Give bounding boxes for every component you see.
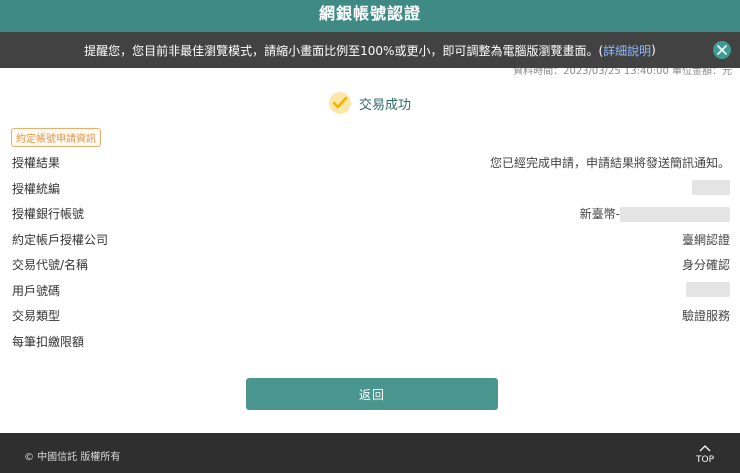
meta-info-strip: 資料時間：2023/03/25 13:40:00 單位金額：元 xyxy=(0,68,740,78)
page-footer: © 中國信託 版權所有 TOP xyxy=(0,433,740,473)
detail-label: 用戶號碼 xyxy=(12,283,61,298)
detail-row: 交易代號/名稱 身分確認 xyxy=(0,252,740,278)
detail-value: 新臺幣- xyxy=(580,205,730,222)
redacted-account xyxy=(620,207,730,222)
notice-details-link[interactable]: 詳細說明 xyxy=(603,42,651,59)
close-icon[interactable] xyxy=(713,41,731,59)
top-label: TOP xyxy=(695,455,714,465)
detail-value-redacted xyxy=(692,179,730,195)
result-panel: 交易成功 約定帳號申請資訊 授權結果 您已經完成申請，申請結果將發送簡訊通知。 … xyxy=(0,78,740,368)
browser-mode-notice: 提醒您，您目前非最佳瀏覽模式，請縮小畫面比例至100%或更小，即可調整為電腦版瀏… xyxy=(0,32,740,68)
detail-label: 交易代號/名稱 xyxy=(12,258,89,272)
notice-suffix: ) xyxy=(651,43,656,57)
detail-row: 交易類型 驗證服務 xyxy=(0,303,740,329)
detail-label: 授權結果 xyxy=(12,156,61,170)
detail-row: 授權結果 您已經完成申請，申請結果將發送簡訊通知。 xyxy=(0,150,740,176)
detail-row: 每筆扣繳限額 xyxy=(0,329,740,355)
detail-list: 授權結果 您已經完成申請，申請結果將發送簡訊通知。 授權統編 授權銀行帳號 新臺… xyxy=(0,150,740,354)
back-to-top-button[interactable]: TOP xyxy=(696,445,714,465)
detail-label: 交易類型 xyxy=(12,309,61,323)
chevron-up-icon xyxy=(699,445,711,452)
notice-message: 提醒您，您目前非最佳瀏覽模式，請縮小畫面比例至100%或更小，即可調整為電腦版瀏… xyxy=(84,43,604,58)
meta-info: 資料時間：2023/03/25 13:40:00 單位金額：元 xyxy=(513,68,732,77)
detail-row: 用戶號碼 xyxy=(0,278,740,304)
page-title: 網銀帳號認證 xyxy=(318,4,421,23)
section-tag: 約定帳號申請資訊 xyxy=(11,128,101,147)
detail-label: 每筆扣繳限額 xyxy=(12,334,85,349)
detail-row: 授權統編 xyxy=(0,176,740,202)
status-text: 交易成功 xyxy=(358,97,411,113)
detail-value: 身分確認 xyxy=(681,258,730,272)
detail-label: 約定帳戶授權公司 xyxy=(12,232,109,247)
detail-row: 約定帳戶授權公司 臺網認證 xyxy=(0,227,740,253)
detail-label: 授權統編 xyxy=(12,181,61,196)
detail-label: 授權銀行帳號 xyxy=(12,207,85,221)
detail-value: 您已經完成申請，申請結果將發送簡訊通知。 xyxy=(489,156,730,170)
action-area: 返回 xyxy=(0,368,740,433)
copyright-text: © 中國信託 版權所有 xyxy=(24,452,121,463)
app-header: 網銀帳號認證 xyxy=(0,0,740,32)
account-currency: 新臺幣- xyxy=(579,207,620,221)
check-icon xyxy=(328,92,351,114)
detail-value: 臺網認證 xyxy=(681,232,730,247)
detail-row: 授權銀行帳號 新臺幣- xyxy=(0,201,740,227)
detail-value: 驗證服務 xyxy=(681,309,730,323)
detail-value-redacted xyxy=(686,281,730,297)
success-status: 交易成功 xyxy=(0,90,740,116)
back-button[interactable]: 返回 xyxy=(246,378,498,410)
